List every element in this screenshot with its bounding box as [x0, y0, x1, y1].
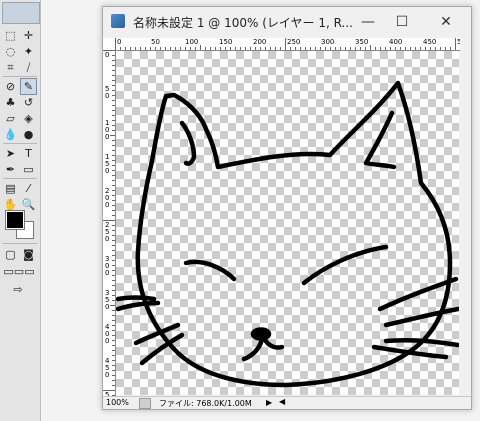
ruler-left-label: 400: [105, 323, 110, 345]
dodge-tool-icon[interactable]: ●: [21, 127, 36, 142]
marquee-tool-icon[interactable]: ⬚: [3, 28, 18, 43]
close-button[interactable]: ✕: [433, 11, 459, 33]
ruler-left-label: 250: [105, 221, 110, 243]
ruler-top-label: 400: [389, 38, 403, 46]
ruler-left-label: 450: [105, 357, 110, 379]
title-bar[interactable]: 名称未設定 1 @ 100% (レイヤー 1, R... — ☐ ✕: [103, 7, 471, 37]
screen-mode-icons[interactable]: ▭▭▭: [2, 264, 36, 279]
brush-tool-icon[interactable]: ✎: [20, 78, 37, 95]
history-brush-tool-icon[interactable]: ↺: [21, 95, 36, 110]
ruler-left-label: 100: [105, 119, 110, 141]
standard-mode-icon[interactable]: ▢: [3, 247, 18, 262]
ruler-left-label: 300: [105, 255, 110, 277]
ruler-left-label: 150: [105, 153, 110, 175]
maximize-button[interactable]: ☐: [389, 11, 415, 33]
blur-tool-icon[interactable]: 💧: [3, 127, 18, 142]
magic-wand-tool-icon[interactable]: ✦: [21, 44, 36, 59]
file-size-info: ファイル: 768.0K/1.00M: [159, 399, 252, 408]
ruler-top-label: 300: [321, 38, 335, 46]
shape-tool-icon[interactable]: ▭: [21, 162, 36, 177]
ruler-top-label: 250: [287, 38, 301, 46]
foreground-color-swatch[interactable]: [5, 210, 25, 230]
status-info-icon[interactable]: [139, 398, 151, 409]
healing-brush-tool-icon[interactable]: ⊘: [3, 79, 18, 94]
jump-to-imageready-icon[interactable]: ⇨: [3, 282, 33, 297]
status-bar: 100% ファイル: 768.0K/1.00M ▶ ◀: [103, 396, 471, 409]
horizontal-ruler[interactable]: 05010015020025030035040045050: [115, 38, 460, 51]
window-title: 名称未設定 1 @ 100% (レイヤー 1, R...: [133, 16, 353, 30]
slice-tool-icon[interactable]: ⧸: [21, 60, 36, 75]
vertical-ruler[interactable]: 0 50 100 150 200 250 300 350 400 450 5: [103, 50, 116, 397]
ruler-top-label: 0: [117, 38, 122, 46]
document-icon: [111, 14, 125, 28]
ruler-left-label: 0: [105, 51, 110, 59]
ruler-top-label: 100: [185, 38, 199, 46]
crop-tool-icon[interactable]: ⌗: [3, 60, 18, 75]
ruler-top-label: 350: [355, 38, 369, 46]
zoom-level-field[interactable]: 100%: [106, 398, 130, 407]
cat-drawing: [115, 80, 461, 388]
ruler-top-label: 200: [253, 38, 267, 46]
document-window: 名称未設定 1 @ 100% (レイヤー 1, R... — ☐ ✕ 0 50 10…: [102, 6, 472, 410]
feather-logo-icon: [2, 2, 40, 24]
scroll-left-arrow-icon[interactable]: ◀: [279, 397, 285, 406]
drawing-canvas[interactable]: [115, 51, 461, 395]
hand-tool-icon[interactable]: ✋: [3, 197, 18, 212]
status-menu-arrow-icon[interactable]: ▶: [266, 398, 272, 407]
ruler-top-label: 150: [219, 38, 233, 46]
stamp-tool-icon[interactable]: ♣: [3, 95, 18, 110]
minimize-button[interactable]: —: [355, 11, 381, 33]
quick-mask-mode-icon[interactable]: ◙: [21, 247, 36, 262]
notes-tool-icon[interactable]: ▤: [3, 181, 18, 196]
path-selection-tool-icon[interactable]: ➤: [3, 146, 18, 161]
zoom-tool-icon[interactable]: 🔍: [21, 197, 36, 212]
ruler-left-label: 200: [105, 187, 110, 209]
tool-palette: ⬚ ✛ ◌ ✦ ⌗ ⧸ ⊘ ✎ ♣ ↺ ▱ ◈ 💧 ● ➤ T ✒ ▭ ▤ ⁄ …: [0, 0, 41, 421]
eyedropper-tool-icon[interactable]: ⁄: [21, 181, 36, 196]
ruler-top-label: 50: [151, 38, 160, 46]
ruler-left-label: 50: [105, 85, 110, 100]
ruler-top-label: 450: [423, 38, 437, 46]
lasso-tool-icon[interactable]: ◌: [3, 44, 18, 59]
vertical-scrollbar[interactable]: [460, 38, 470, 396]
paint-bucket-tool-icon[interactable]: ◈: [21, 111, 36, 126]
eraser-tool-icon[interactable]: ▱: [3, 111, 18, 126]
move-tool-icon[interactable]: ✛: [21, 28, 36, 43]
type-tool-icon[interactable]: T: [21, 146, 36, 161]
pen-tool-icon[interactable]: ✒: [3, 162, 18, 177]
ruler-left-label: 350: [105, 289, 110, 311]
